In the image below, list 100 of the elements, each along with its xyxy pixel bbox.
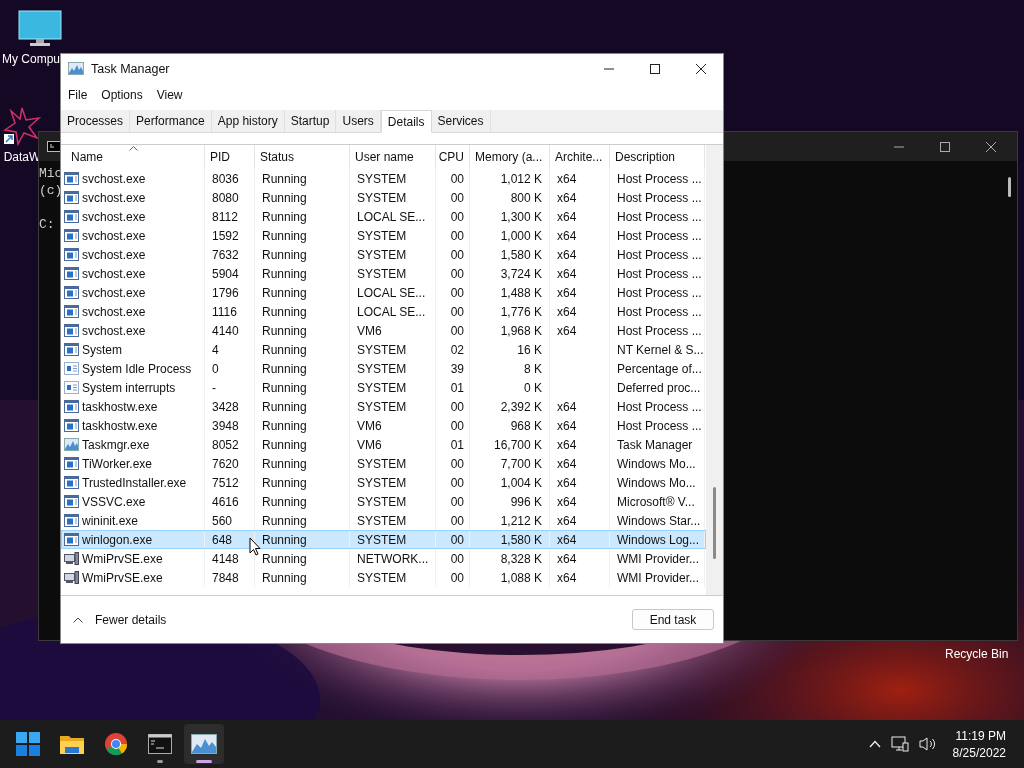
tab[interactable]: Performance (130, 110, 212, 132)
table-row[interactable]: System 4 Running SYSTEM 02 16 K NT Kernel & S... (61, 340, 706, 359)
menu-item[interactable]: Options (101, 88, 143, 102)
chevron-up-icon[interactable] (868, 740, 881, 748)
table-cell: Host Process ... (610, 226, 705, 245)
column-header[interactable]: Name (61, 145, 205, 169)
table-cell: Running (255, 397, 350, 416)
clock[interactable]: 11:19 PM 8/25/2022 (952, 728, 1006, 760)
table-cell: Running (255, 188, 350, 207)
close-icon[interactable] (695, 62, 707, 75)
table-cell: x64 (550, 435, 610, 454)
column-header[interactable]: PID (205, 145, 255, 169)
table-row[interactable]: TrustedInstaller.exe 7512 Running SYSTEM 00 1,004 K x64 Windows Mo... (61, 473, 706, 492)
desktop-icon-label[interactable]: My Compu (2, 52, 60, 66)
table-cell: Host Process ... (610, 245, 705, 264)
table-row[interactable]: svchost.exe 8080 Running SYSTEM 00 800 K x64 Host Process ... (61, 188, 706, 207)
process-name: svchost.exe (82, 190, 146, 205)
process-name: taskhostw.exe (82, 399, 158, 414)
table-cell: 00 (436, 245, 470, 264)
process-name: VSSVC.exe (82, 494, 146, 509)
computer-icon (64, 571, 79, 584)
process-name: WmiPrvSE.exe (82, 570, 163, 585)
table-row[interactable]: VSSVC.exe 4616 Running SYSTEM 00 996 K x64 Microsoft® V... (61, 492, 706, 511)
table-cell: Running (255, 169, 350, 188)
taskbar-button[interactable] (184, 724, 224, 764)
table-cell: x64 (550, 549, 610, 568)
process-name: svchost.exe (82, 209, 146, 224)
column-header[interactable]: User name (350, 145, 436, 169)
column-header[interactable]: Status (255, 145, 350, 169)
table-row[interactable]: TiWorker.exe 7620 Running SYSTEM 00 7,700 K x64 Windows Mo... (61, 454, 706, 473)
menu-item[interactable]: View (156, 88, 183, 102)
table-cell: SYSTEM (350, 530, 436, 549)
close-icon[interactable] (985, 140, 997, 153)
table-cell: VM6 (350, 321, 436, 340)
table-row[interactable]: svchost.exe 7632 Running SYSTEM 00 1,580 K x64 Host Process ... (61, 245, 706, 264)
table-row[interactable]: svchost.exe 8112 Running LOCAL SE... 00 1,300 K x64 Host Process ... (61, 207, 706, 226)
table-cell: 1,004 K (470, 473, 550, 492)
table-cell: 16,700 K (470, 435, 550, 454)
window-icon (64, 495, 79, 508)
process-name: svchost.exe (82, 285, 146, 300)
table-row[interactable]: svchost.exe 5904 Running SYSTEM 00 3,724 K x64 Host Process ... (61, 264, 706, 283)
table-cell: Running (255, 283, 350, 302)
table-row[interactable]: winlogon.exe 648 Running SYSTEM 00 1,580 K x64 Windows Log... (61, 530, 706, 549)
network-icon[interactable] (890, 736, 909, 752)
table-row[interactable]: WmiPrvSE.exe 7848 Running SYSTEM 00 1,088 K x64 WMI Provider... (61, 568, 706, 587)
table-row[interactable]: svchost.exe 1592 Running SYSTEM 00 1,000 K x64 Host Process ... (61, 226, 706, 245)
volume-icon[interactable] (918, 736, 937, 752)
table-cell: Host Process ... (610, 397, 705, 416)
desktop-icon-label[interactable]: Recycle Bin (945, 647, 1009, 661)
table-row[interactable]: svchost.exe 1796 Running LOCAL SE... 00 1,488 K x64 Host Process ... (61, 283, 706, 302)
end-task-button[interactable]: End task (632, 609, 714, 630)
table-cell: x64 (550, 245, 610, 264)
tab[interactable]: App history (211, 110, 285, 132)
table-row[interactable]: svchost.exe 8036 Running SYSTEM 00 1,012 K x64 Host Process ... (61, 169, 706, 188)
tab[interactable]: Processes (61, 110, 131, 132)
table-cell: 7848 (205, 568, 255, 587)
table-cell: x64 (550, 416, 610, 435)
table-row[interactable]: svchost.exe 4140 Running VM6 00 1,968 K x64 Host Process ... (61, 321, 706, 340)
table-row[interactable]: Taskmgr.exe 8052 Running VM6 01 16,700 K x64 Task Manager (61, 435, 706, 454)
table-row[interactable]: System interrupts - Running SYSTEM 01 0 K Deferred proc... (61, 378, 706, 397)
table-cell: 00 (436, 207, 470, 226)
menu-item[interactable]: File (68, 88, 88, 102)
tab[interactable]: Users (336, 110, 381, 132)
star-shortcut-icon[interactable] (3, 106, 41, 146)
table-cell: 00 (436, 264, 470, 283)
maximize-icon[interactable] (939, 140, 951, 153)
process-name: svchost.exe (82, 323, 146, 338)
scrollbar-thumb[interactable] (1007, 177, 1011, 197)
tab[interactable]: Services (431, 110, 491, 132)
window-icon (64, 514, 79, 527)
table-row[interactable]: svchost.exe 1116 Running LOCAL SE... 00 1,776 K x64 Host Process ... (61, 302, 706, 321)
table-cell: Running (255, 473, 350, 492)
table-cell: 1796 (205, 283, 255, 302)
column-header[interactable]: Memory (a... (470, 145, 550, 169)
maximize-icon[interactable] (649, 62, 661, 75)
table-cell: 2,392 K (470, 397, 550, 416)
scrollbar-thumb[interactable] (713, 487, 716, 559)
computer-icon (64, 552, 79, 565)
column-header[interactable]: Description (610, 145, 705, 169)
terminal-icon (47, 141, 61, 152)
tab[interactable]: Details (380, 110, 432, 133)
table-cell: 00 (436, 226, 470, 245)
process-name: taskhostw.exe (82, 418, 158, 433)
table-row[interactable]: taskhostw.exe 3948 Running VM6 00 968 K x64 Host Process ... (61, 416, 706, 435)
window-icon (64, 229, 79, 242)
table-row[interactable]: taskhostw.exe 3428 Running SYSTEM 00 2,392 K x64 Host Process ... (61, 397, 706, 416)
monitor-icon[interactable] (18, 10, 62, 48)
table-row[interactable]: System Idle Process 0 Running SYSTEM 39 8 K Percentage of... (61, 359, 706, 378)
tab[interactable]: Startup (284, 110, 337, 132)
console-text: C: (39, 216, 55, 233)
process-name: wininit.exe (82, 513, 139, 528)
fewer-details-button[interactable]: Fewer details (71, 610, 169, 629)
table-cell: x64 (550, 492, 610, 511)
column-header[interactable]: CPU (436, 145, 470, 169)
table-cell: 01 (436, 378, 470, 397)
table-cell: SYSTEM (350, 473, 436, 492)
column-header[interactable]: Archite... (550, 145, 610, 169)
table-cell: x64 (550, 454, 610, 473)
table-cell: 3948 (205, 416, 255, 435)
table-cell: x64 (550, 530, 610, 549)
